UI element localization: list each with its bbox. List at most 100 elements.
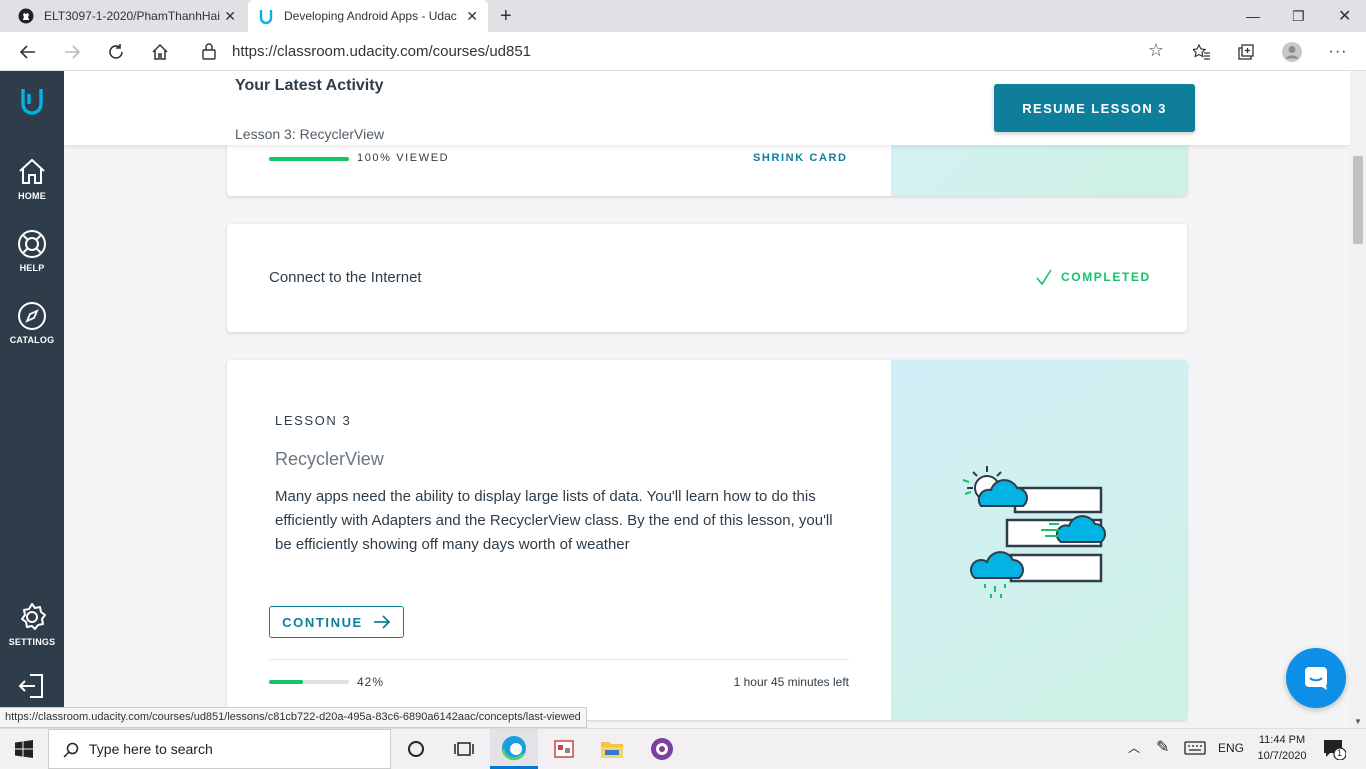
udacity-logo[interactable] <box>0 85 64 123</box>
back-arrow-icon <box>19 45 35 59</box>
progress-label: 100% VIEWED <box>357 152 450 164</box>
github-icon <box>18 8 34 24</box>
status-url: https://classroom.udacity.com/courses/ud… <box>0 707 587 728</box>
app-icon <box>651 738 673 760</box>
forward-button[interactable] <box>60 40 84 64</box>
resume-lesson-button[interactable]: RESUME LESSON 3 <box>994 84 1195 132</box>
lesson-illustration-panel <box>891 360 1187 720</box>
clock-time: 11:44 PM <box>1258 734 1306 746</box>
minimize-button[interactable]: ― <box>1236 0 1266 32</box>
logout-icon <box>18 674 43 698</box>
browser-toolbar: https://classroom.udacity.com/courses/ud… <box>0 32 1366 71</box>
tray-chevron-icon[interactable]: ︿ <box>1128 739 1140 756</box>
edge-icon <box>501 735 526 760</box>
new-tab-button[interactable]: + <box>490 0 516 32</box>
pen-icon[interactable]: ✎ <box>1156 737 1169 757</box>
sidebar-item-label: CATALOG <box>9 335 55 345</box>
refresh-icon <box>109 44 123 59</box>
scroll-down-arrow[interactable]: ▼ <box>1354 717 1362 726</box>
taskbar-app[interactable] <box>540 729 588 769</box>
compass-icon <box>18 302 46 330</box>
chat-launcher-button[interactable] <box>1286 648 1346 708</box>
taskbar: Type here to search ︿ ✎ ENG 11:44 PM 10/… <box>0 728 1366 769</box>
calendar-app-icon <box>554 740 574 758</box>
progress-fill <box>269 157 349 161</box>
lock-icon <box>202 42 216 64</box>
clock-date: 10/7/2020 <box>1257 750 1307 762</box>
taskbar-search[interactable]: Type here to search <box>48 729 391 769</box>
completed-status: COMPLETED <box>1035 268 1151 286</box>
progress-fill <box>269 680 303 684</box>
more-menu-icon[interactable]: ··· <box>1326 40 1350 64</box>
chat-icon <box>1305 667 1327 690</box>
taskbar-app-purple[interactable] <box>638 729 686 769</box>
url-bar[interactable]: https://classroom.udacity.com/courses/ud… <box>188 36 1176 67</box>
progress-bar <box>269 680 349 684</box>
continue-label: CONTINUE <box>282 614 363 630</box>
star-icon[interactable]: ☆ <box>1148 40 1164 61</box>
tab-github[interactable]: ELT3097-1-2020/PhamThanhHai ✕ <box>8 0 246 32</box>
concept-card[interactable]: Connect to the Internet COMPLETED <box>227 224 1187 332</box>
scrollbar-thumb[interactable] <box>1353 156 1363 244</box>
search-placeholder: Type here to search <box>89 741 213 757</box>
language-indicator[interactable]: ENG <box>1218 741 1244 755</box>
gear-icon <box>21 603 46 630</box>
back-button[interactable] <box>16 40 40 64</box>
continue-button[interactable]: CONTINUE <box>269 606 404 638</box>
url-text: https://classroom.udacity.com/courses/ud… <box>232 43 532 60</box>
cortana-button[interactable] <box>392 729 440 769</box>
activity-heading: Your Latest Activity <box>235 77 384 94</box>
scrollbar[interactable]: ▼ <box>1350 71 1366 728</box>
latest-activity-bar: Your Latest Activity Lesson 3: RecyclerV… <box>64 71 1350 145</box>
sidebar-item-help[interactable]: HELP <box>0 229 64 273</box>
clock[interactable]: 11:44 PM 10/7/2020 <box>1250 732 1314 764</box>
refresh-button[interactable] <box>104 40 128 64</box>
close-icon[interactable]: ✕ <box>224 8 236 25</box>
notification-center-button[interactable]: 1 <box>1322 738 1347 765</box>
home-button[interactable] <box>148 40 172 64</box>
folder-icon <box>601 742 623 758</box>
logout-button[interactable] <box>0 671 64 705</box>
sidebar: HOME HELP CATALOG SETTINGS <box>0 71 64 728</box>
lesson-description: Many apps need the ability to display la… <box>275 488 833 553</box>
progress-label: 42% <box>357 675 385 689</box>
browser-tab-bar: ELT3097-1-2020/PhamThanhHai ✕ Developing… <box>0 0 1366 32</box>
tab-title: ELT3097-1-2020/PhamThanhHai <box>44 9 220 23</box>
activity-lesson: Lesson 3: RecyclerView <box>235 126 385 142</box>
taskbar-edge[interactable] <box>490 729 538 769</box>
cortana-icon <box>408 741 424 757</box>
favorites-icon[interactable] <box>1190 40 1214 64</box>
sidebar-item-home[interactable]: HOME <box>0 157 64 201</box>
notification-count: 1 <box>1337 748 1343 758</box>
weather-list-illustration <box>962 466 1106 598</box>
keyboard-icon[interactable] <box>1184 741 1206 760</box>
sidebar-item-label: SETTINGS <box>8 637 56 647</box>
arrow-right-icon <box>373 615 391 629</box>
divider <box>269 659 849 660</box>
home-icon <box>152 43 168 60</box>
windows-icon <box>15 740 33 758</box>
profile-avatar[interactable] <box>1280 40 1304 64</box>
main-content: Your Latest Activity Lesson 3: RecyclerV… <box>64 71 1350 728</box>
close-icon[interactable]: ✕ <box>466 8 478 25</box>
sidebar-item-settings[interactable]: SETTINGS <box>0 601 64 647</box>
maximize-button[interactable]: ❐ <box>1282 0 1312 32</box>
udacity-icon <box>258 8 274 24</box>
shrink-card-button[interactable]: SHRINK CARD <box>753 152 848 164</box>
lesson-card: LESSON 3 RecyclerView Many apps need the… <box>227 360 1187 720</box>
checkmark-icon <box>1036 269 1052 286</box>
sidebar-item-catalog[interactable]: CATALOG <box>0 301 64 345</box>
forward-arrow-icon <box>65 45 81 59</box>
taskbar-file-explorer[interactable] <box>588 729 636 769</box>
window-close-button[interactable]: ✕ <box>1328 0 1358 32</box>
lesson-title: RecyclerView <box>275 449 384 469</box>
start-button[interactable] <box>0 729 48 769</box>
tab-title: Developing Android Apps - Udac <box>284 9 457 23</box>
tab-udacity[interactable]: Developing Android Apps - Udac ✕ <box>248 0 488 32</box>
search-icon <box>63 742 79 758</box>
task-view-button[interactable] <box>440 729 488 769</box>
notification-icon <box>1324 740 1347 761</box>
time-left: 1 hour 45 minutes left <box>733 675 849 689</box>
collections-icon[interactable] <box>1234 40 1258 64</box>
task-view-icon <box>454 742 474 756</box>
